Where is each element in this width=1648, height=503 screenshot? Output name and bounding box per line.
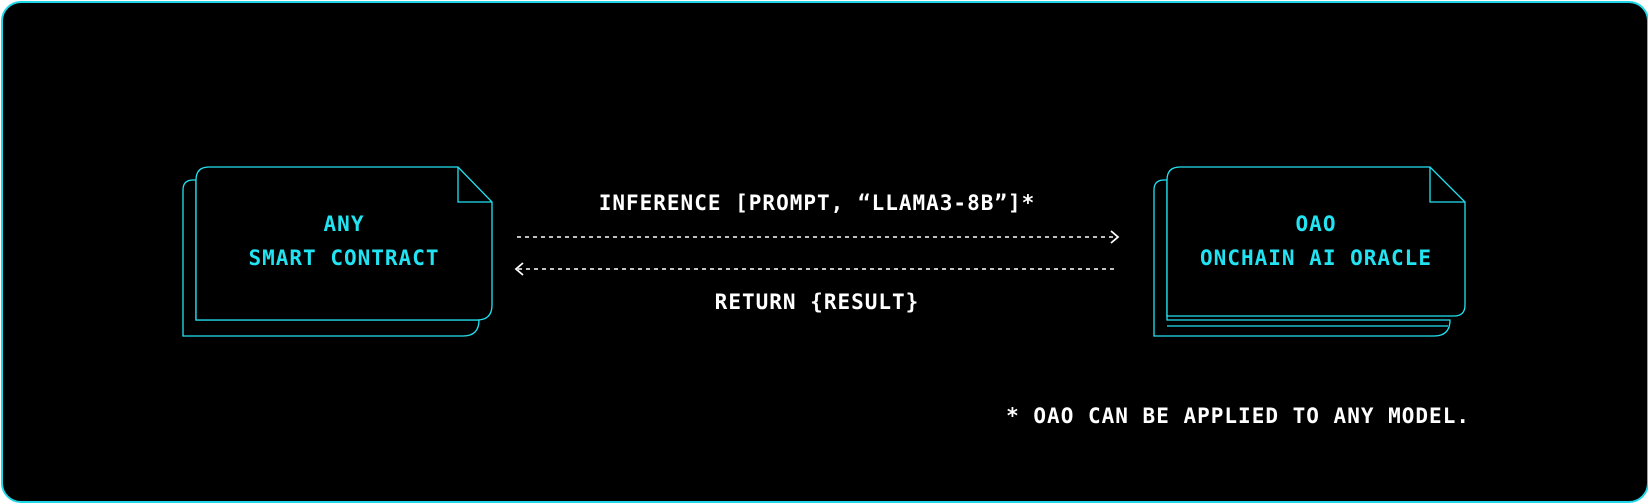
- left-node-line1: ANY: [323, 212, 365, 236]
- response-label: RETURN {RESULT}: [714, 290, 920, 314]
- left-node-label: ANY SMART CONTRACT: [196, 207, 492, 275]
- right-node-line2: ONCHAIN AI ORACLE: [1200, 246, 1432, 270]
- right-node-line1: OAO: [1295, 212, 1337, 236]
- request-label: INFERENCE [PROMPT, “LLAMA3-8B”]*: [598, 191, 1036, 215]
- left-node-line2: SMART CONTRACT: [248, 246, 440, 270]
- footnote: * OAO CAN BE APPLIED TO ANY MODEL.: [1006, 404, 1470, 428]
- right-node-label: OAO ONCHAIN AI ORACLE: [1167, 207, 1465, 275]
